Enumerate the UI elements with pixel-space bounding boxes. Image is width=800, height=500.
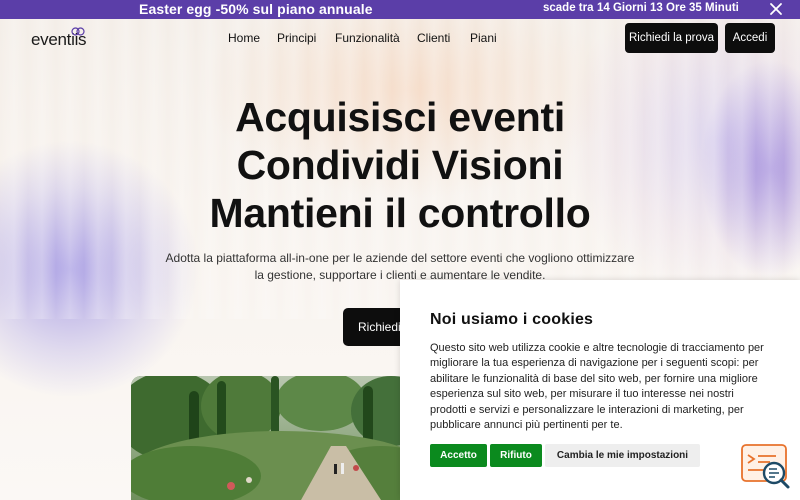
cookie-title: Noi usiamo i cookies — [430, 311, 594, 328]
hero-title-line-3: Mantieni il controllo — [209, 190, 591, 236]
hero-title-line-2: Condividi Visioni — [236, 142, 564, 188]
promo-message[interactable]: Easter egg -50% sul piano annuale — [139, 1, 373, 17]
promo-countdown: 14 Giorni 13 Ore 35 Minuti — [597, 2, 739, 14]
nav-clienti[interactable]: Clienti — [417, 31, 450, 45]
promo-expires-label: scade tra — [543, 2, 594, 14]
cookie-reject-button[interactable]: Rifiuto — [490, 444, 542, 467]
promo-banner: Easter egg -50% sul piano annuale scade … — [0, 0, 800, 19]
logo-rings-icon — [71, 27, 85, 36]
hero-subtitle: Adotta la piattaforma all-in-one per le … — [165, 251, 635, 282]
hero-title-line-1: Acquisisci eventi — [235, 94, 565, 140]
close-icon — [770, 3, 782, 15]
cookie-accept-button[interactable]: Accetto — [430, 444, 487, 467]
hero-photo — [131, 376, 421, 500]
login-button[interactable]: Accedi — [725, 23, 775, 53]
promo-close-button[interactable] — [769, 0, 785, 19]
logo[interactable]: eventiis — [31, 27, 93, 49]
nav-piani[interactable]: Piani — [470, 31, 497, 45]
nav-funzionalita[interactable]: Funzionalità — [335, 31, 400, 45]
request-demo-button[interactable]: Richiedi la prova — [625, 23, 718, 53]
nav-home[interactable]: Home — [228, 31, 260, 45]
cookie-settings-button[interactable]: Cambia le mie impostazioni — [545, 444, 700, 467]
cookie-body: Questo sito web utilizza cookie e altre … — [430, 342, 764, 432]
garden-venue-image — [131, 376, 421, 500]
nav-principi[interactable]: Principi — [277, 31, 316, 45]
chat-widget-button[interactable] — [740, 443, 792, 491]
chat-widget-icon — [741, 444, 790, 489]
